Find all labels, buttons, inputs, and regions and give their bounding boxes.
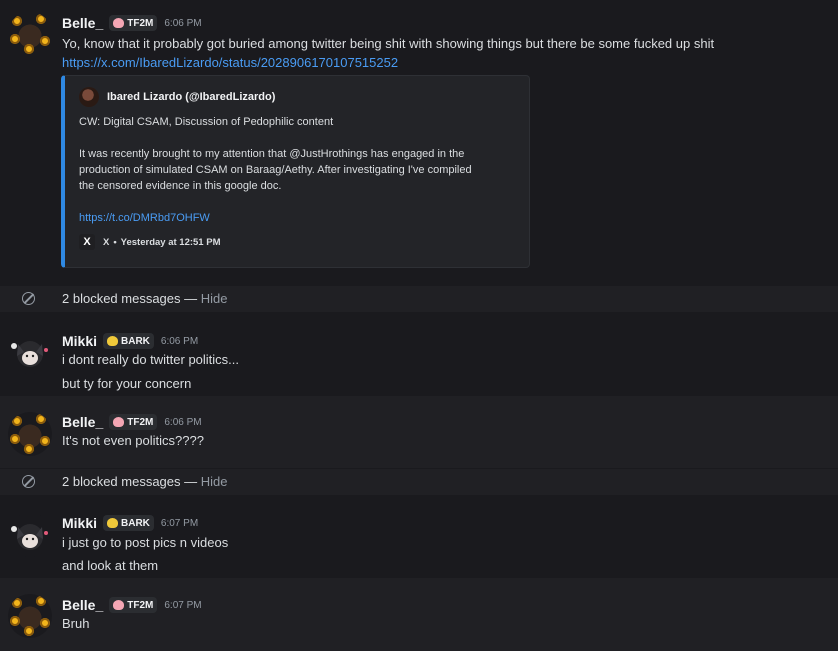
message-header: Mikki BARK 6:07 PM [62, 513, 198, 533]
blocked-icon [22, 292, 35, 305]
embed-text-line: production of simulated CSAM on Baraag/A… [79, 164, 472, 176]
timestamp[interactable]: 6:06 PM [164, 417, 201, 428]
message-text: i just go to post pics n videos [62, 535, 229, 550]
timestamp[interactable]: 6:07 PM [161, 518, 198, 529]
role-tag[interactable]: TF2M [109, 414, 158, 430]
blocked-count: 2 blocked messages [62, 474, 181, 489]
message-mikki-1: Mikki BARK 6:06 PM i dont really do twit… [0, 320, 838, 396]
user-avatar[interactable] [8, 412, 52, 456]
heart-icon [107, 518, 119, 528]
embed-author-name: Ibared Lizardo (@IbaredLizardo) [107, 91, 276, 103]
message-text: Yo, know that it probably got buried amo… [62, 36, 715, 51]
message-header: Belle_ TF2M 6:06 PM [62, 412, 202, 432]
message-mikki-2: Mikki BARK 6:07 PM i just go to post pic… [0, 503, 838, 578]
embed-content-warning: CW: Digital CSAM, Discussion of Pedophil… [79, 116, 334, 128]
role-tag-label: BARK [121, 517, 150, 529]
role-tag[interactable]: BARK [103, 515, 154, 531]
blocked-messages-text: 2 blocked messages — Hide [62, 474, 228, 489]
heart-icon [113, 417, 125, 427]
role-tag[interactable]: TF2M [109, 15, 158, 31]
heart-icon [113, 600, 125, 610]
embed-text-line: the censored evidence in this google doc… [79, 180, 282, 192]
message-link-line: https://x.com/IbaredLizardo/status/20289… [62, 55, 398, 70]
role-tag[interactable]: BARK [103, 333, 154, 349]
hide-blocked-button[interactable]: Hide [201, 291, 228, 306]
message-belle-2: Belle_ TF2M 6:06 PM It's not even politi… [0, 396, 838, 468]
username[interactable]: Mikki [62, 333, 97, 349]
footer-separator: • [113, 236, 117, 248]
username[interactable]: Mikki [62, 515, 97, 531]
hide-blocked-button[interactable]: Hide [201, 474, 228, 489]
message-link[interactable]: https://x.com/IbaredLizardo/status/20289… [62, 55, 398, 70]
blocked-messages-text: 2 blocked messages — Hide [62, 291, 228, 306]
role-tag-label: TF2M [127, 599, 154, 611]
embed-footer-source: X [103, 236, 110, 248]
embed-footer: X X • Yesterday at 12:51 PM [79, 234, 220, 250]
x-logo-icon: X [79, 234, 95, 250]
link-embed: Ibared Lizardo (@IbaredLizardo) CW: Digi… [61, 75, 530, 268]
timestamp[interactable]: 6:06 PM [164, 18, 201, 29]
user-avatar[interactable] [8, 12, 52, 56]
embed-author[interactable]: Ibared Lizardo (@IbaredLizardo) [79, 87, 275, 107]
embed-link-line: https://t.co/DMRbd7OHFW [79, 210, 210, 226]
user-avatar[interactable] [8, 594, 52, 638]
message-text: but ty for your concern [62, 376, 192, 391]
heart-icon [107, 336, 119, 346]
message-header: Belle_ TF2M 6:07 PM [62, 595, 202, 615]
role-tag-label: TF2M [127, 416, 154, 428]
username[interactable]: Belle_ [62, 597, 103, 613]
username[interactable]: Belle_ [62, 15, 103, 31]
embed-author-avatar [79, 87, 99, 107]
avatar-art [11, 341, 48, 367]
message-header: Mikki BARK 6:06 PM [62, 331, 198, 351]
user-avatar[interactable] [8, 330, 52, 374]
message-text: i dont really do twitter politics... [62, 352, 240, 367]
username[interactable]: Belle_ [62, 414, 103, 430]
role-tag-label: BARK [121, 335, 150, 347]
embed-link[interactable]: https://t.co/DMRbd7OHFW [79, 212, 210, 224]
blocked-icon [22, 475, 35, 488]
role-tag[interactable]: TF2M [109, 597, 158, 613]
embed-footer-time: Yesterday at 12:51 PM [120, 236, 221, 248]
message-text: Bruh [62, 616, 90, 631]
avatar-art [11, 524, 48, 550]
message-header: Belle_ TF2M 6:06 PM [62, 13, 202, 33]
embed-text-line: It was recently brought to my attention … [79, 148, 465, 160]
message-text: It's not even politics???? [62, 433, 204, 448]
role-tag-label: TF2M [127, 17, 154, 29]
blocked-messages-bar: 2 blocked messages — Hide [0, 469, 838, 495]
blocked-count: 2 blocked messages [62, 291, 181, 306]
message-text: and look at them [62, 558, 159, 573]
blocked-messages-bar: 2 blocked messages — Hide [0, 286, 838, 312]
user-avatar[interactable] [8, 513, 52, 557]
timestamp[interactable]: 6:06 PM [161, 336, 198, 347]
message-belle-3: Belle_ TF2M 6:07 PM Bruh [0, 578, 838, 651]
message-belle-1: Belle_ TF2M 6:06 PM Yo, know that it pro… [0, 0, 838, 286]
timestamp[interactable]: 6:07 PM [164, 600, 201, 611]
heart-icon [113, 18, 125, 28]
